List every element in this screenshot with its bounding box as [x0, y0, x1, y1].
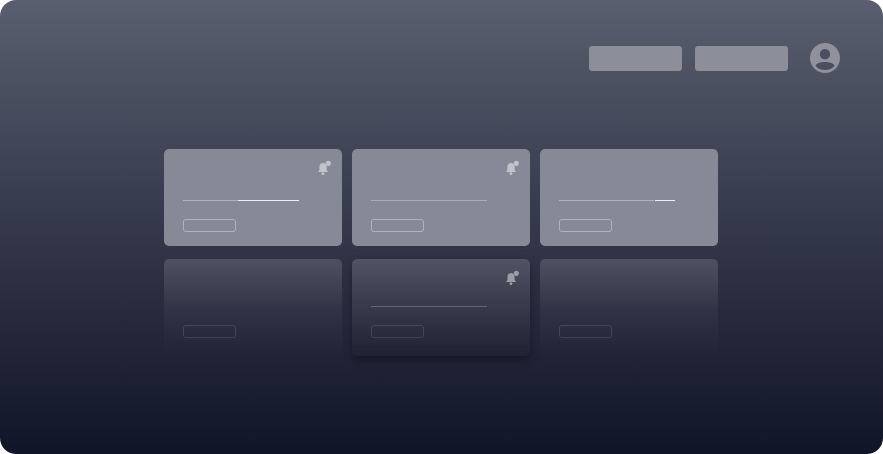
- card-chip[interactable]: [183, 325, 236, 338]
- app-window: [0, 0, 883, 454]
- card-chip[interactable]: [371, 219, 424, 232]
- bell-notification-icon[interactable]: [504, 270, 520, 286]
- card-divider: [371, 200, 487, 201]
- card[interactable]: [540, 259, 718, 356]
- card[interactable]: [352, 149, 530, 246]
- card-chip[interactable]: [371, 325, 424, 338]
- card-chip[interactable]: [183, 219, 236, 232]
- header-button-1[interactable]: [589, 46, 682, 71]
- bell-notification-icon[interactable]: [504, 160, 520, 176]
- header-button-2[interactable]: [695, 46, 788, 71]
- user-avatar-icon[interactable]: [810, 43, 840, 73]
- card[interactable]: [540, 149, 718, 246]
- bell-notification-icon[interactable]: [316, 160, 332, 176]
- card-divider: [371, 306, 487, 307]
- card[interactable]: [164, 259, 342, 356]
- card-grid: [164, 149, 718, 359]
- card-divider: [559, 200, 654, 201]
- card-chip[interactable]: [559, 325, 612, 338]
- card-divider: [183, 200, 238, 201]
- card-progress: [655, 200, 675, 201]
- card[interactable]: [352, 259, 530, 356]
- card-chip[interactable]: [559, 219, 612, 232]
- card-progress: [238, 200, 299, 201]
- card[interactable]: [164, 149, 342, 246]
